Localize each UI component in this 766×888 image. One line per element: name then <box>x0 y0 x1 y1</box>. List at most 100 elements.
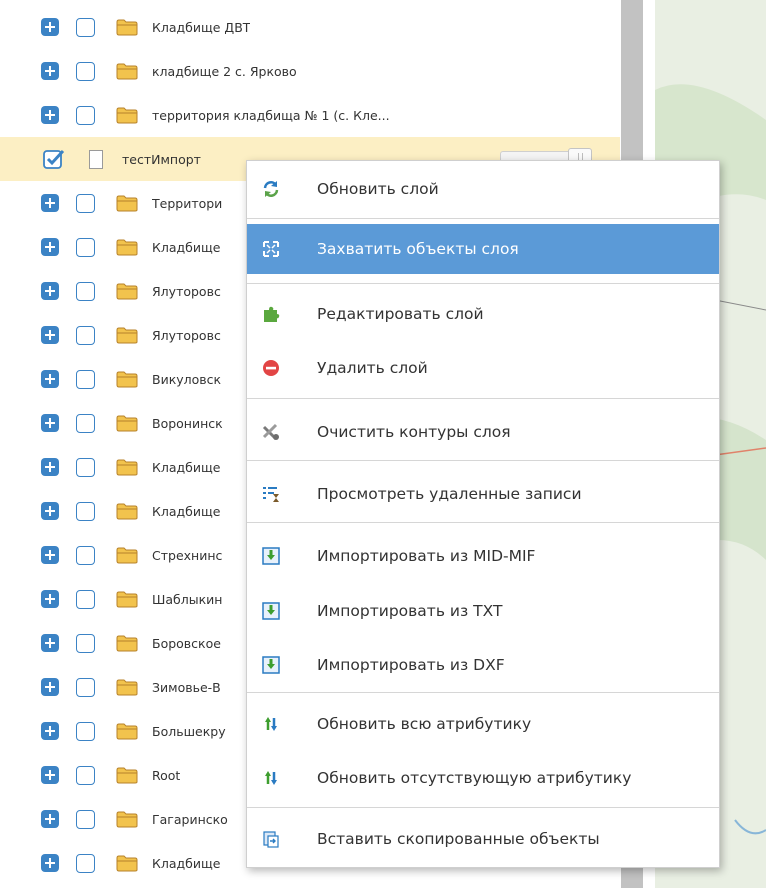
folder-icon <box>116 195 138 212</box>
expand-plus-icon[interactable] <box>41 106 59 124</box>
tree-row-label: Ялуторовс <box>152 327 221 343</box>
tree-row-label: Викуловск <box>152 371 222 387</box>
menu-item[interactable]: Редактировать слой <box>247 289 719 339</box>
tree-row[interactable]: территория кладбища № 1 (с. Кле... <box>0 93 620 137</box>
folder-icon <box>116 811 138 828</box>
menu-item[interactable]: Очистить контуры слоя <box>247 404 719 460</box>
import-icon <box>261 655 281 675</box>
expand-plus-icon[interactable] <box>41 810 59 828</box>
menu-item-label: Редактировать слой <box>317 305 484 323</box>
refresh-icon <box>261 179 281 199</box>
menu-item[interactable]: Обновить слой <box>247 161 719 217</box>
menu-item-label: Импортировать из TXT <box>317 602 503 620</box>
expand-plus-icon[interactable] <box>41 18 59 36</box>
expand-plus-icon[interactable] <box>41 722 59 740</box>
menu-separator <box>247 283 719 284</box>
folder-icon <box>116 723 138 740</box>
layer-checkbox[interactable] <box>76 677 95 697</box>
folder-icon <box>116 107 138 124</box>
layer-checkbox[interactable] <box>76 721 95 741</box>
menu-item[interactable]: Обновить отсутствующую атрибутику <box>247 750 719 806</box>
menu-item-label: Просмотреть удаленные записи <box>317 485 582 503</box>
expand-plus-icon[interactable] <box>41 370 59 388</box>
menu-item-label: Удалить слой <box>317 359 428 377</box>
folder-icon <box>116 283 138 300</box>
menu-separator <box>247 218 719 219</box>
menu-item-label: Обновить отсутствующую атрибутику <box>317 769 632 787</box>
menu-item[interactable]: Импортировать из MID-MIF <box>247 528 719 584</box>
menu-item[interactable]: Удалить слой <box>247 343 719 393</box>
folder-icon <box>116 503 138 520</box>
tree-row-label: Кладбище <box>152 855 221 871</box>
menu-item-label: Обновить всю атрибутику <box>317 715 532 733</box>
menu-item-label: Импортировать из MID-MIF <box>317 547 536 565</box>
tree-row-label: Кладбище ДВТ <box>152 19 251 35</box>
expand-plus-icon[interactable] <box>41 238 59 256</box>
layer-checkbox[interactable] <box>76 413 95 433</box>
layer-checkbox[interactable] <box>76 105 95 125</box>
folder-icon <box>116 591 138 608</box>
expand-plus-icon[interactable] <box>41 458 59 476</box>
expand-plus-icon[interactable] <box>41 634 59 652</box>
layer-checkbox[interactable] <box>76 281 95 301</box>
layer-checkbox[interactable] <box>76 633 95 653</box>
clear-contours-icon <box>261 422 281 442</box>
layer-checkbox[interactable] <box>76 501 95 521</box>
expand-plus-icon[interactable] <box>41 62 59 80</box>
layer-checkbox[interactable] <box>76 853 95 873</box>
layer-checkbox[interactable] <box>76 809 95 829</box>
folder-icon <box>116 371 138 388</box>
layer-checkbox[interactable] <box>76 589 95 609</box>
expand-plus-icon[interactable] <box>41 414 59 432</box>
layer-checkbox[interactable] <box>76 545 95 565</box>
capture-objects-icon <box>261 239 281 259</box>
tree-row-label: Ялуторовс <box>152 283 221 299</box>
folder-icon <box>116 459 138 476</box>
folder-icon <box>116 239 138 256</box>
tree-row-label: Зимовье-В <box>152 679 221 695</box>
menu-item[interactable]: Вставить скопированные объекты <box>247 811 719 867</box>
expand-plus-icon[interactable] <box>41 502 59 520</box>
expand-plus-icon[interactable] <box>41 282 59 300</box>
tree-row-label: Кладбище <box>152 239 221 255</box>
layer-checkbox[interactable] <box>76 17 95 37</box>
menu-item-label: Импортировать из DXF <box>317 656 505 674</box>
layer-checkbox[interactable] <box>76 61 95 81</box>
expand-plus-icon[interactable] <box>41 546 59 564</box>
menu-item[interactable]: Импортировать из DXF <box>247 637 719 693</box>
layer-checkbox[interactable] <box>76 457 95 477</box>
menu-item[interactable]: Импортировать из TXT <box>247 583 719 639</box>
expand-plus-icon[interactable] <box>41 678 59 696</box>
menu-item[interactable]: Обновить всю атрибутику <box>247 696 719 752</box>
tree-row-label: Гагаринско <box>152 811 228 827</box>
delete-circle-icon <box>261 358 281 378</box>
layer-checkbox[interactable] <box>76 765 95 785</box>
puzzle-edit-icon <box>261 304 281 324</box>
expand-plus-icon[interactable] <box>41 590 59 608</box>
menu-item[interactable]: Просмотреть удаленные записи <box>247 466 719 522</box>
tree-row-label: территория кладбища № 1 (с. Кле... <box>152 107 390 123</box>
checked-checkbox-icon[interactable] <box>43 149 65 169</box>
layer-checkbox[interactable] <box>76 193 95 213</box>
menu-separator <box>247 807 719 808</box>
layer-checkbox[interactable] <box>76 325 95 345</box>
folder-icon <box>116 767 138 784</box>
menu-item[interactable]: Захватить объекты слоя <box>247 224 719 274</box>
deleted-records-icon <box>261 484 281 504</box>
tree-row-label: Root <box>152 767 181 783</box>
tree-row[interactable]: Кладбище ДВТ <box>0 5 620 49</box>
expand-plus-icon[interactable] <box>41 326 59 344</box>
tree-row-label: кладбище 2 с. Ярково <box>152 63 297 79</box>
expand-plus-icon[interactable] <box>41 194 59 212</box>
tree-row-label: Стрехнинс <box>152 547 223 563</box>
expand-plus-icon[interactable] <box>41 854 59 872</box>
tree-row-label: Шаблыкин <box>152 591 223 607</box>
expand-plus-icon[interactable] <box>41 766 59 784</box>
layer-checkbox[interactable] <box>76 369 95 389</box>
paste-objects-icon <box>261 829 281 849</box>
folder-icon <box>116 679 138 696</box>
tree-row-label: Кладбище <box>152 459 221 475</box>
menu-item-label: Очистить контуры слоя <box>317 423 511 441</box>
layer-checkbox[interactable] <box>76 237 95 257</box>
tree-row[interactable]: кладбище 2 с. Ярково <box>0 49 620 93</box>
